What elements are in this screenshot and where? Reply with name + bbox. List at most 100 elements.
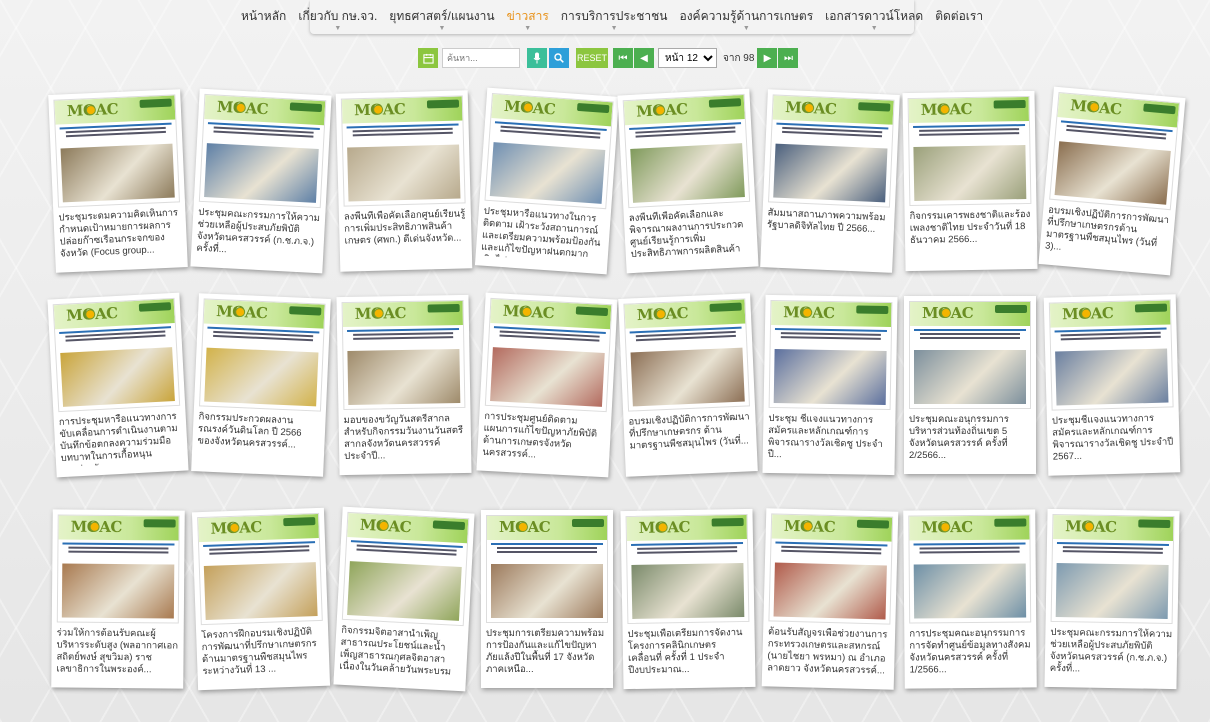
banner-tag: [143, 519, 176, 528]
microphone-button[interactable]: [527, 48, 547, 68]
news-card[interactable]: MOAC การประชุมหารือแนวทางการขับเคลื่อนการ…: [47, 292, 189, 478]
news-card[interactable]: MOAC ประชุมคณะกรรมการให้ความช่วยเหลือผู้ป…: [1044, 508, 1180, 690]
news-card[interactable]: MOAC การประชุมคณะอนุกรรมการการจัดทำศูนย์ข…: [903, 509, 1037, 689]
news-card[interactable]: MOAC โครงการฝึกอบรมเชิงปฏิบัติการพัฒนาที่…: [191, 507, 331, 691]
thumbnail-headline: [913, 124, 1026, 142]
thumbnail-photo: [1055, 348, 1169, 406]
nav-item-5[interactable]: การบริการประชาชน ▼: [555, 0, 674, 34]
news-card[interactable]: MOAC มอบของขวัญวันสตรีสากลสำหรับกิจกรรมวั…: [336, 294, 472, 476]
news-card[interactable]: MOAC ต้อนรับสัญจรเพื่อช่วยงานการกระทรวงเก…: [761, 508, 899, 690]
thumbnail-photo: [489, 142, 606, 204]
thumbnail-photo: [773, 562, 887, 620]
news-card-title: ประชุมการเตรียมความพร้อมการป้องกันและแก้…: [486, 628, 605, 675]
calendar-icon: [422, 53, 434, 64]
thumbnail-headline: [491, 543, 603, 559]
news-card[interactable]: MOAC ประชุมชี้แจงแนวทางการสมัครและหลักเกณ…: [1043, 294, 1181, 476]
news-card[interactable]: MOACประชุมหารือแนวทางในการติดตาม เฝ้าระว…: [474, 87, 620, 275]
nav-item-3[interactable]: ยุทธศาสตร์/แผนงาน ▼: [383, 0, 500, 34]
nav-item-6[interactable]: องค์ความรู้ด้านการเกษตร ▼: [673, 0, 819, 34]
last-page-button[interactable]: ⏭: [778, 48, 799, 68]
news-card[interactable]: MOAC ลงพื้นที่เพื่อคัดเลือกศูนย์เรียนรู้ก…: [335, 90, 473, 272]
thumbnail-photo: [347, 561, 462, 621]
thumbnail-photo: [347, 144, 461, 202]
news-thumbnail: MOAC: [341, 511, 470, 627]
thumbnail-headline: [774, 328, 887, 346]
search-input[interactable]: [442, 48, 520, 68]
search-icon: [554, 53, 564, 63]
thumbnail-headline: [347, 328, 460, 346]
news-card[interactable]: MOACอบรมเชิงปฏิบัติการการพัฒนาที่ปรึกษาเ…: [1038, 86, 1186, 276]
chevron-down-icon: ▼: [610, 25, 618, 32]
thumbnail-headline: [207, 122, 320, 144]
news-card[interactable]: MOAC กิจกรรมจิตอาสาน้ำเพ็ญสาธารณประโยชน์แ…: [333, 506, 475, 692]
news-card[interactable]: MOAC ประชุมเพื่อเตรียมการจัดงานโครงการคลิ…: [620, 508, 756, 690]
nav-item-7[interactable]: เอกสารดาวน์โหลด ▼: [819, 0, 929, 34]
news-thumbnail: MOAC: [1048, 299, 1174, 411]
news-card[interactable]: MOACอบรมเชิงปฏิบัติการการพัฒนาที่ปรึกษาเ…: [618, 293, 758, 477]
thumbnail-photo: [773, 349, 887, 405]
news-card[interactable]: MOAC การประชุมศูนย์ติดตามแผนการแก้ไขปัญหา…: [476, 292, 618, 478]
news-card[interactable]: MOAC กิจกรรมเคารพธงชาติและร้องเพลงชาติไทย…: [902, 90, 1038, 272]
page-total-label: จาก 98: [723, 52, 755, 64]
news-card[interactable]: MOAC กิจกรรมประกวดผลงานรณรงค์วันดินโลก ปี…: [191, 293, 331, 477]
banner-tag: [289, 306, 322, 316]
page-select[interactable]: หน้า 12: [658, 48, 717, 68]
news-card[interactable]: MOAC ประชุมการเตรียมความพร้อมการป้องกันแล…: [481, 510, 613, 688]
nav-item-label: องค์ความรู้ด้านการเกษตร: [679, 9, 814, 23]
news-thumbnail: MOAC: [197, 512, 323, 626]
news-card[interactable]: MOAC ลงพื้นที่เพื่อคัดเลือกและพิจารณาผลงา…: [617, 88, 759, 274]
thumbnail-photo: [203, 562, 318, 620]
nav-item-2[interactable]: เกี่ยวกับ กษ.จว. ▼: [292, 0, 383, 34]
news-card-title: ประชุม ชี้แจงแนวทางการสมัครและหลักเกณฑ์ก…: [767, 412, 883, 461]
thumbnail-photo: [631, 563, 745, 619]
news-card[interactable]: MOAC ประชุมคณะอนุกรรมการบริหารส่วนท้องถิ่…: [904, 296, 1036, 474]
banner-tag: [1134, 303, 1168, 313]
news-card-title: การประชุมคณะอนุกรรมการการจัดทำศูนย์ข้อมู…: [909, 627, 1031, 676]
nav-item-4[interactable]: ข่าวสาร ▼: [501, 0, 555, 34]
banner-tag: [994, 518, 1027, 527]
nav-item-1[interactable]: หน้าหลัก: [235, 0, 292, 34]
thumbnail-photo: [60, 347, 175, 407]
news-card-title: กิจกรรมจิตอาสาน้ำเพ็ญสาธารณประโยชน์และน้…: [338, 624, 452, 682]
banner-tag: [427, 304, 460, 313]
news-card[interactable]: MOAC ประชุมคณะกรรมการให้ความช่วยเหลือผู้ป…: [190, 88, 332, 274]
thumbnail-photo: [914, 350, 1026, 404]
news-card[interactable]: MOAC ร่วมให้การต้อนรับคณะผู้บริหารระดับสู…: [51, 509, 185, 689]
news-thumbnail: MOAC: [907, 95, 1032, 207]
thumbnail-photo: [204, 143, 319, 203]
news-thumbnail: MOAC: [1049, 92, 1181, 211]
news-thumbnail: MOAC: [56, 514, 180, 624]
nav-item-8[interactable]: ติดต่อเรา: [929, 0, 989, 34]
first-page-button[interactable]: ⏮: [613, 48, 633, 68]
news-card-title: ร่วมให้การต้อนรับคณะผู้บริหารระดับสูง (พ…: [56, 627, 179, 676]
news-card-title: ลงพื้นที่เพื่อคัดเลือกศูนย์เรียนรู้การเพ…: [343, 208, 466, 247]
thumbnail-headline: [775, 122, 889, 144]
thumbnail-headline: [62, 542, 175, 560]
news-card[interactable]: MOAC ประชุมระดมความคิดเห็นการกำหนดเป้าหมา…: [48, 89, 188, 273]
reset-button[interactable]: RESET: [576, 48, 608, 68]
news-card[interactable]: MOAC สัมมนาสถานภาพความพร้อมรัฐบาลดิจิทัลไ…: [760, 89, 900, 273]
news-card-title: การประชุมหารือแนวทางการขับเคลื่อนการดำเน…: [58, 410, 178, 467]
thumbnail-headline: [1054, 327, 1167, 347]
banner-tag: [1143, 103, 1176, 115]
banner-tag: [709, 302, 742, 312]
news-card-title: ประชุมคณะกรรมการให้ความช่วยเหลือผู้ประสบ…: [196, 206, 321, 256]
news-card-title: ประชุมคณะอนุกรรมการบริหารส่วนท้องถิ่นเขต…: [909, 414, 1009, 461]
thumbnail-banner: MOAC: [203, 299, 325, 329]
next-page-button[interactable]: ▶: [757, 48, 778, 68]
search-pagination-toolbar: RESET ⏮ ◀ หน้า 12 จาก 98 ▶ ⏭: [418, 47, 799, 69]
banner-tag: [711, 518, 744, 527]
news-card-title: กิจกรรมประกวดผลงานรณรงค์วันดินโลก ปี 256…: [197, 411, 302, 451]
news-card-title: ประชุมระดมความคิดเห็นการกำหนดเป้าหมายการ…: [58, 207, 179, 260]
thumbnail-banner: MOAC: [58, 515, 179, 541]
banner-tag: [1138, 519, 1171, 529]
news-thumbnail: MOAC: [623, 298, 750, 412]
microphone-icon: [533, 52, 541, 64]
search-button[interactable]: [549, 48, 569, 68]
news-thumbnail: MOAC: [768, 299, 893, 411]
thumbnail-photo: [913, 563, 1027, 619]
news-card[interactable]: MOAC ประชุม ชี้แจงแนวทางการสมัครและหลักเก…: [762, 294, 898, 476]
calendar-icon-button[interactable]: [418, 48, 438, 68]
previous-page-button[interactable]: ◀: [634, 48, 654, 68]
thumbnail-banner: MOAC: [623, 94, 745, 126]
